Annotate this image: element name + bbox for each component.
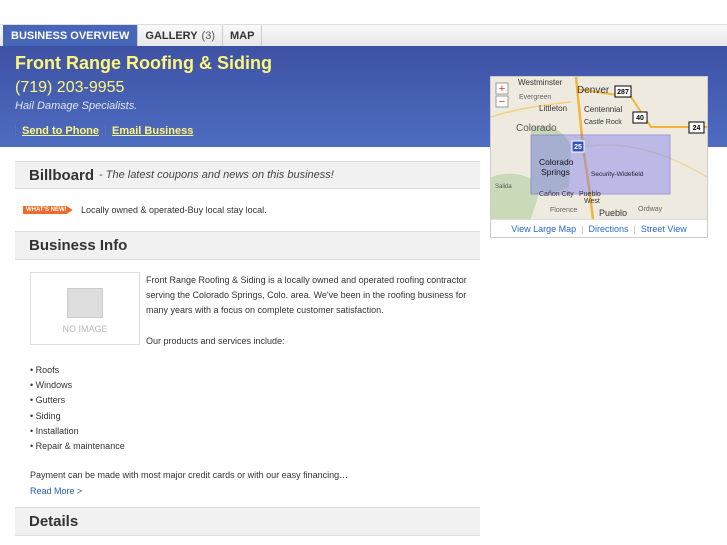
business-info-header: Business Info xyxy=(15,231,480,260)
business-description: Front Range Roofing & Siding is a locall… xyxy=(146,273,481,349)
business-name: Front Range Roofing & Siding xyxy=(15,53,272,73)
list-item: • Installation xyxy=(30,425,79,436)
map-label: Colorado xyxy=(516,123,557,134)
map-label: Cañon City xyxy=(539,191,574,198)
tab-label: GALLERY xyxy=(145,29,198,42)
svg-text:+: + xyxy=(499,83,505,95)
gallery-count: (3) xyxy=(201,29,215,42)
map-label: Castle Rock xyxy=(584,119,622,126)
products-list: • Roofs • Windows • Gutters • Siding • I… xyxy=(30,363,125,454)
map-label: Westminster xyxy=(518,78,563,87)
billboard-text: Locally owned & operated-Buy local stay … xyxy=(81,205,267,215)
map-label: Pueblo xyxy=(599,208,627,218)
svg-text:287: 287 xyxy=(617,89,629,96)
list-item: • Windows xyxy=(30,380,73,391)
details-header: Details xyxy=(15,507,480,536)
read-more-link[interactable]: Read More > xyxy=(30,486,82,496)
products-intro: Our products and services include: xyxy=(146,335,285,346)
tab-label: BUSINESS OVERVIEW xyxy=(11,29,130,42)
picture-frame-icon xyxy=(67,288,103,318)
business-tagline: Hail Damage Specialists. xyxy=(15,100,138,112)
tab-gallery[interactable]: GALLERY (3) xyxy=(138,25,223,46)
map-label: Pueblo xyxy=(579,191,601,198)
email-business-link[interactable]: Email Business xyxy=(105,125,199,137)
map-label: Florence xyxy=(550,207,577,214)
map-label: Security-Widefield xyxy=(591,171,644,178)
business-info-title: Business Info xyxy=(29,237,128,254)
list-item: • Roofs xyxy=(30,365,60,375)
svg-text:25: 25 xyxy=(574,144,582,151)
map-links: View Large Map | Directions | Street View xyxy=(491,219,707,237)
map-label: Centennial xyxy=(584,105,622,114)
billboard-header: Billboard - The latest coupons and news … xyxy=(15,161,480,189)
description-text: Front Range Roofing & Siding is a locall… xyxy=(146,275,467,316)
view-large-map-link[interactable]: View Large Map xyxy=(511,224,576,234)
whats-new-badge: WHAT'S NEW! xyxy=(23,206,73,214)
business-phone: (719) 203-9955 xyxy=(15,79,125,96)
billboard-subtitle: - The latest coupons and news on this bu… xyxy=(99,169,334,181)
details-title: Details xyxy=(29,513,79,530)
map-zoom-controls[interactable]: + − xyxy=(495,82,509,108)
no-image-placeholder: NO IMAGE xyxy=(30,272,140,345)
list-item: • Gutters xyxy=(30,395,66,406)
tab-bar: BUSINESS OVERVIEW GALLERY (3) MAP xyxy=(0,24,727,46)
map-widget[interactable]: Westminster Denver Evergreen Littleton C… xyxy=(490,76,708,238)
directions-link[interactable]: Directions xyxy=(589,224,629,234)
send-to-phone-link[interactable]: Send to Phone xyxy=(15,125,105,137)
list-item: • Siding xyxy=(30,410,61,421)
tab-label: MAP xyxy=(230,29,255,42)
map-image[interactable]: Westminster Denver Evergreen Littleton C… xyxy=(491,77,707,219)
map-label: Littleton xyxy=(539,104,567,113)
tab-business-overview[interactable]: BUSINESS OVERVIEW xyxy=(3,25,139,46)
billboard-title: Billboard xyxy=(29,166,95,184)
svg-text:40: 40 xyxy=(636,115,644,122)
map-label: Denver xyxy=(577,85,610,96)
list-item: • Repair & maintenance xyxy=(30,441,125,452)
payment-text: Payment can be made with most major cred… xyxy=(30,470,349,480)
svg-text:24: 24 xyxy=(693,125,701,132)
map-label: Salida xyxy=(495,184,512,190)
map-label: Springs xyxy=(541,167,570,177)
map-label: Evergreen xyxy=(519,94,551,101)
svg-text:−: − xyxy=(499,96,505,108)
tab-map[interactable]: MAP xyxy=(223,25,263,46)
street-view-link[interactable]: Street View xyxy=(641,224,687,234)
map-label: Colorado xyxy=(539,157,574,167)
map-label: West xyxy=(584,198,600,205)
no-image-label: NO IMAGE xyxy=(62,324,108,334)
map-label: Ordway xyxy=(638,206,663,213)
